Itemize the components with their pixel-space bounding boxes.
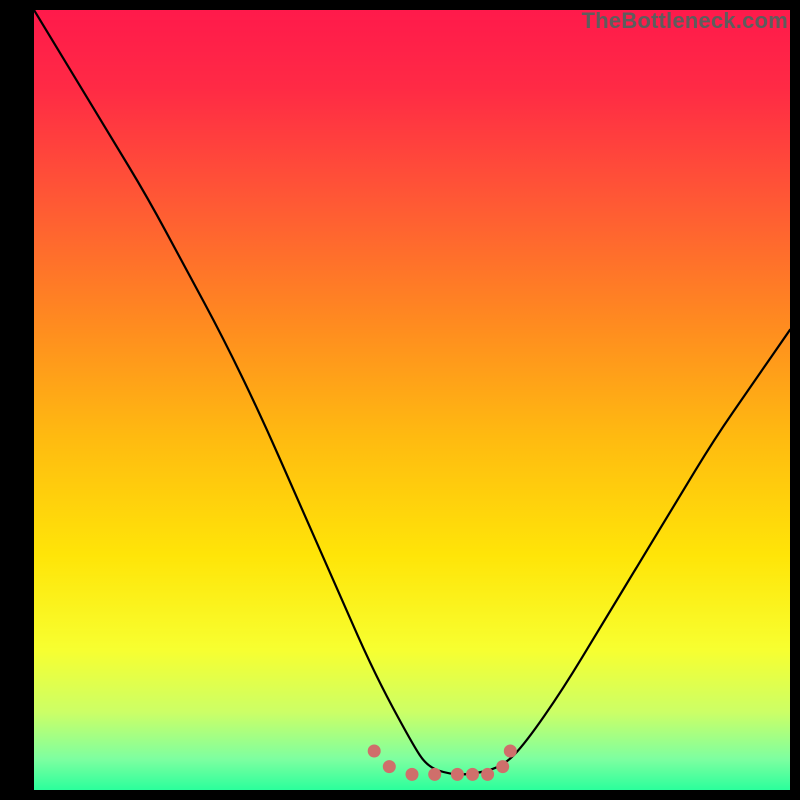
- dot-marker: [466, 768, 479, 781]
- dot-marker: [481, 768, 494, 781]
- dot-marker: [406, 768, 419, 781]
- dot-marker: [504, 745, 517, 758]
- dot-marker: [383, 760, 396, 773]
- dot-marker: [451, 768, 464, 781]
- dot-marker: [428, 768, 441, 781]
- dot-marker: [368, 745, 381, 758]
- bottleneck-chart: [34, 10, 790, 790]
- gradient-background: [34, 10, 790, 790]
- watermark-text: TheBottleneck.com: [582, 8, 788, 34]
- dot-marker: [496, 760, 509, 773]
